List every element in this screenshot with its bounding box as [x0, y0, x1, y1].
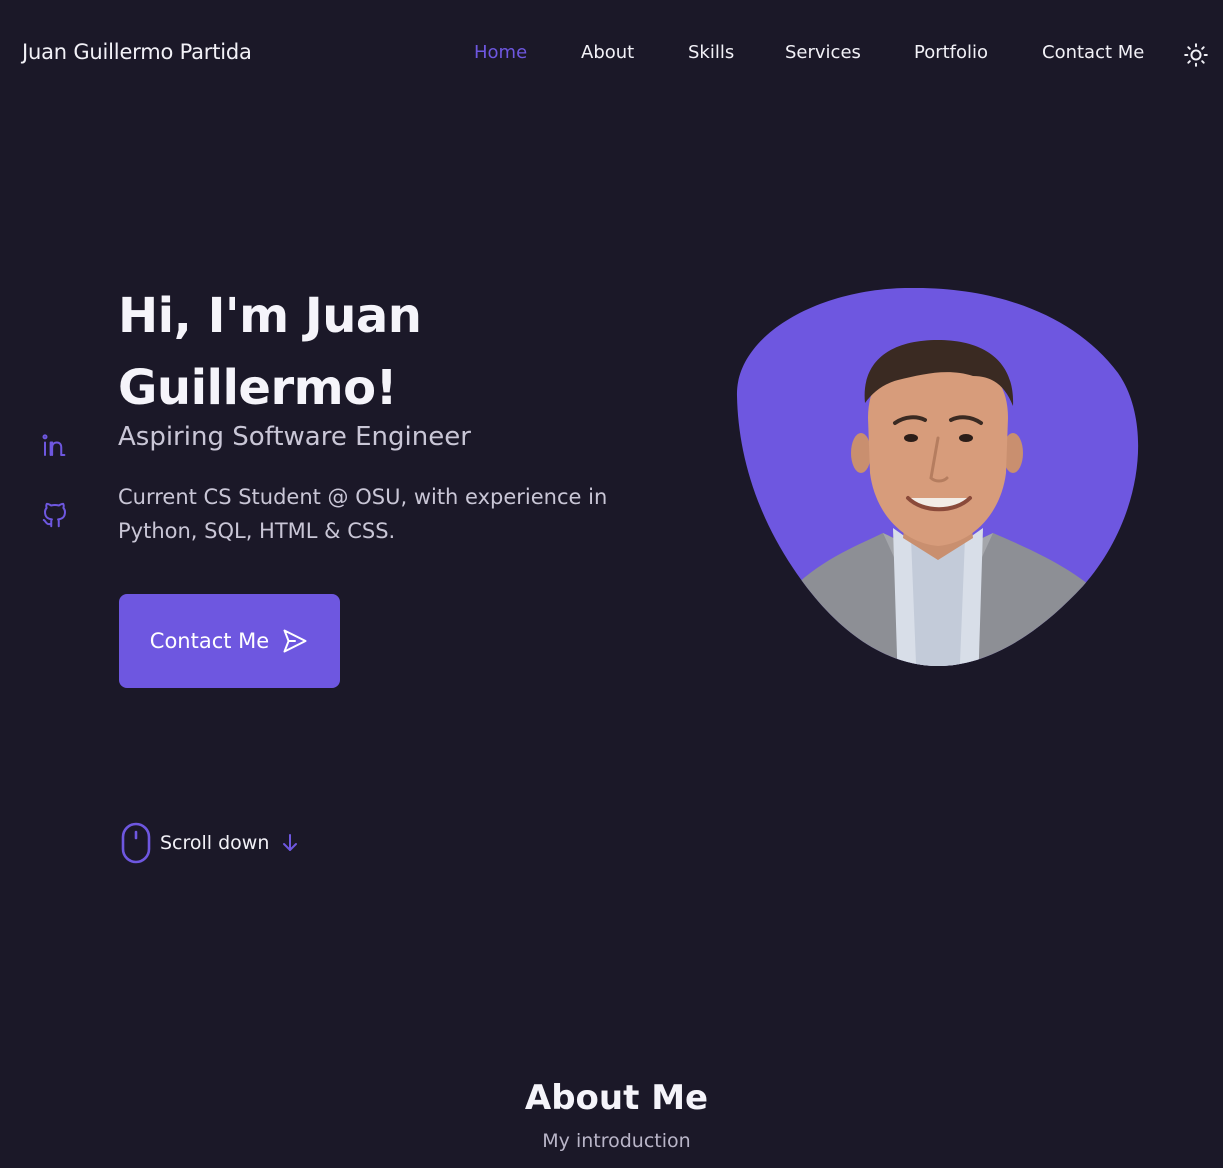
mouse-icon: [120, 822, 152, 864]
nav-link-services[interactable]: Services: [785, 42, 861, 63]
contact-me-button[interactable]: Contact Me: [119, 594, 340, 688]
sun-icon[interactable]: [1181, 40, 1211, 70]
hero-title: Hi, I'm Juan Guillermo!: [118, 280, 578, 424]
section-subtitle-about: My introduction: [542, 1130, 691, 1152]
hero-subtitle: Aspiring Software Engineer: [118, 422, 471, 452]
github-icon[interactable]: [40, 500, 72, 532]
arrow-down-icon: [281, 833, 299, 853]
send-icon: [281, 627, 309, 655]
contact-me-label: Contact Me: [149, 629, 270, 653]
site-header: Juan Guillermo Partida Home About Skills…: [0, 0, 1223, 108]
nav-link-about[interactable]: About: [581, 42, 634, 63]
profile-photo: [733, 287, 1139, 666]
nav-link-contact[interactable]: Contact Me: [1042, 42, 1144, 63]
nav-link-skills[interactable]: Skills: [688, 42, 734, 63]
linkedin-icon[interactable]: [40, 430, 72, 462]
scroll-down-link[interactable]: Scroll down: [120, 822, 299, 864]
hero-title-line1: Hi, I'm Juan: [118, 288, 422, 344]
section-title-about: About Me: [524, 1078, 709, 1118]
nav-link-home[interactable]: Home: [474, 42, 527, 63]
hero-title-line2: Guillermo!: [118, 360, 398, 416]
hero-description: Current CS Student @ OSU, with experienc…: [118, 485, 608, 543]
scroll-down-label: Scroll down: [160, 832, 270, 854]
nav-link-portfolio[interactable]: Portfolio: [914, 42, 988, 63]
main-nav: Home About Skills Services Portfolio Con…: [0, 42, 1223, 68]
